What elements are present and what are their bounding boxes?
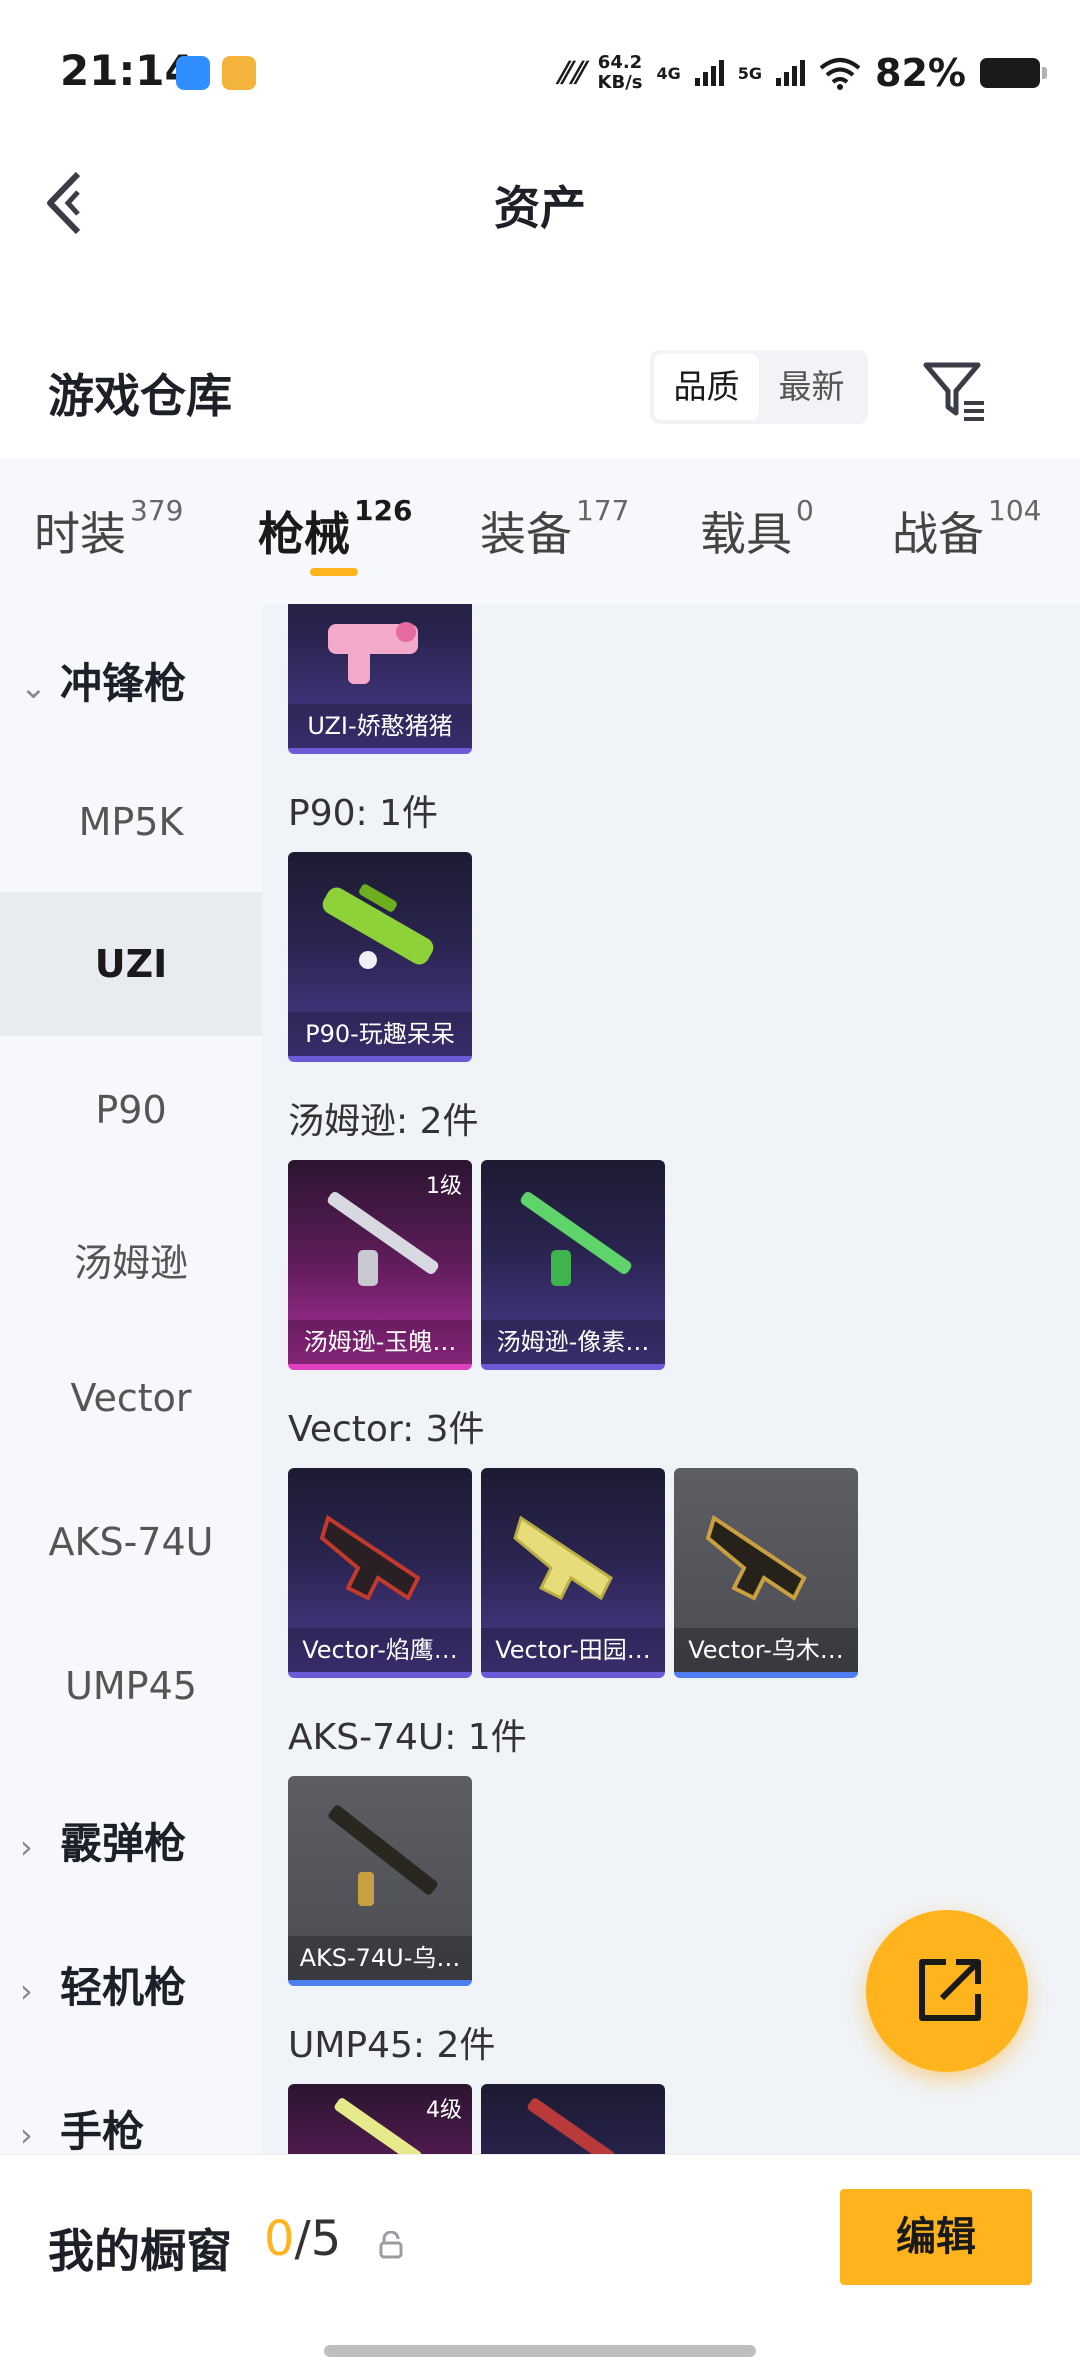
- status-bar: 21:14 ⫽⫽ 64.2 KB/s 4G 5G 82%: [0, 0, 1080, 140]
- battery-icon: [980, 58, 1047, 88]
- network-speed: 64.2 KB/s: [597, 52, 643, 93]
- home-indicator[interactable]: [324, 2345, 756, 2357]
- app-notification-icon: [176, 56, 210, 90]
- group-label: 汤姆逊: 2件: [288, 1101, 479, 1142]
- sidebar-item-vector[interactable]: Vector: [0, 1376, 262, 1420]
- sidebar-item-thompson[interactable]: 汤姆逊: [0, 1232, 262, 1287]
- weapon-card[interactable]: AKS-74U-乌…: [288, 1776, 472, 1986]
- category-smg[interactable]: ⌄ 冲锋枪: [20, 650, 186, 711]
- category-tabs: 时装 379 枪械 126 装备 177 载具 0 战备 104: [0, 458, 1080, 604]
- weapon-skin-image: [322, 884, 434, 969]
- sort-option-latest[interactable]: 最新: [759, 354, 864, 420]
- group-label: Vector: 3件: [288, 1409, 485, 1450]
- weapon-card[interactable]: UZI-娇憨猪猪: [288, 604, 472, 754]
- weapon-card[interactable]: P90-玩趣呆呆: [288, 852, 472, 1062]
- weapon-sidebar: ⌄ 冲锋枪 MP5K UZI P90 汤姆逊 Vector AKS-74U UMP…: [0, 604, 262, 2156]
- tab-indicator: [310, 568, 358, 576]
- share-out-icon: [919, 1959, 981, 2021]
- weapon-skin-image: [520, 1191, 632, 1286]
- sidebar-item-aks74u[interactable]: AKS-74U: [0, 1520, 262, 1564]
- warehouse-title: 游戏仓库: [48, 369, 232, 423]
- category-shotgun[interactable]: › 霰弹枪: [20, 1810, 186, 1871]
- filter-button[interactable]: [920, 355, 990, 425]
- wifi-icon: [819, 58, 861, 90]
- weapon-card[interactable]: [481, 2084, 665, 2154]
- weapon-skin-image: [527, 2098, 615, 2154]
- page-title: 资产: [494, 181, 586, 235]
- sort-toggle: 品质 最新: [650, 350, 868, 424]
- showcase-counter: 0/5: [264, 2211, 342, 2267]
- share-button[interactable]: [866, 1910, 1028, 2072]
- weapon-skin-image: [328, 622, 418, 684]
- signal-bars-icon: [694, 60, 724, 86]
- weapon-card[interactable]: 1级 汤姆逊-玉魄…: [288, 1160, 472, 1370]
- weapon-skin-image: [328, 1805, 438, 1906]
- sidebar-item-p90[interactable]: P90: [0, 1088, 262, 1132]
- signal-hd-icon: ⫽⫽: [556, 55, 584, 91]
- edit-button[interactable]: 编辑: [840, 2189, 1032, 2285]
- status-time: 21:14: [60, 46, 194, 95]
- sort-option-quality[interactable]: 品质: [654, 354, 759, 420]
- weapon-card[interactable]: 汤姆逊-像素…: [481, 1160, 665, 1370]
- chevron-down-icon: ⌄: [20, 668, 47, 706]
- battery-percent: 82%: [875, 51, 966, 95]
- weapon-card[interactable]: Vector-乌木…: [674, 1468, 858, 1678]
- weapon-card[interactable]: Vector-田园…: [481, 1468, 665, 1678]
- tab-fashion[interactable]: 时装 379: [34, 494, 183, 564]
- chevron-right-icon: ›: [20, 2116, 33, 2154]
- weapon-skin-image: [705, 1514, 807, 1601]
- chevron-right-icon: ›: [20, 1972, 33, 2010]
- network-5g-label: 5G: [737, 63, 763, 83]
- showcase-bar: 我的橱窗 0/5 编辑: [0, 2154, 1080, 2376]
- group-label: UMP45: 2件: [288, 2025, 496, 2066]
- lock-icon: [379, 2231, 403, 2259]
- network-4g-label: 4G: [656, 63, 681, 83]
- sidebar-item-uzi[interactable]: UZI: [0, 892, 262, 1036]
- weapon-card[interactable]: 4级: [288, 2084, 472, 2154]
- sidebar-item-mp5k[interactable]: MP5K: [0, 800, 262, 844]
- filter-icon: [923, 362, 984, 421]
- category-lmg[interactable]: › 轻机枪: [20, 1954, 186, 2015]
- sidebar-item-ump45[interactable]: UMP45: [0, 1664, 262, 1708]
- tab-equipment[interactable]: 装备 177: [480, 494, 629, 564]
- tab-guns[interactable]: 枪械 126: [258, 494, 412, 564]
- weapon-skin-image: [319, 1514, 421, 1601]
- weapon-skin-image: [513, 1515, 613, 1601]
- weapon-card[interactable]: Vector-焰鹰…: [288, 1468, 472, 1678]
- category-pistol[interactable]: › 手枪: [20, 2098, 144, 2159]
- app-notification-icon: [222, 56, 256, 90]
- tab-vehicles[interactable]: 载具 0: [700, 494, 814, 564]
- showcase-title: 我的橱窗: [48, 2224, 232, 2278]
- signal-bars-icon: [776, 60, 806, 86]
- tab-supplies[interactable]: 战备 104: [892, 494, 1041, 564]
- group-label: P90: 1件: [288, 793, 438, 834]
- group-label: AKS-74U: 1件: [288, 1717, 527, 1758]
- chevron-right-icon: ›: [20, 1828, 33, 1866]
